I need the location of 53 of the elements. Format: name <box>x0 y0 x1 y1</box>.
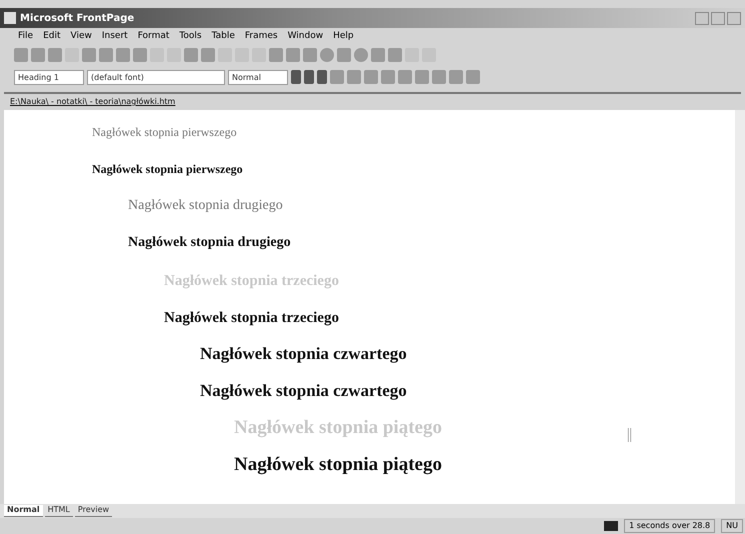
menu-item[interactable]: File <box>18 31 34 41</box>
toolbar-icon[interactable] <box>201 48 215 62</box>
toolbar-icon[interactable] <box>286 48 300 62</box>
toolbar-icon[interactable] <box>116 48 130 62</box>
menu-item[interactable]: Insert <box>102 31 128 41</box>
window-title: Microsoft FrontPage <box>20 12 134 24</box>
heading-text: Nagłówek stopnia trzeciego <box>164 308 339 326</box>
toolbar-icon[interactable] <box>14 48 28 62</box>
view-tab[interactable]: Preview <box>74 505 112 517</box>
toolbar-icon[interactable] <box>388 48 402 62</box>
heading-text: Nagłówek stopnia pierwszego <box>92 162 243 177</box>
maximize-button[interactable] <box>711 12 725 24</box>
view-tab[interactable]: HTML <box>44 505 73 517</box>
num-lock-indicator: NU <box>721 519 743 533</box>
toolbar-icon[interactable] <box>184 48 198 62</box>
download-time: 1 seconds over 28.8 <box>624 519 716 533</box>
toolbar-icon[interactable] <box>31 48 45 62</box>
size-dropdown[interactable]: Normal <box>228 70 288 84</box>
style-dropdown[interactable]: Heading 1 <box>14 70 84 84</box>
toolbar-icon[interactable] <box>269 48 283 62</box>
toolbar-icon[interactable] <box>337 48 351 62</box>
toolbar-icon[interactable] <box>354 48 368 62</box>
status-icon <box>604 521 618 531</box>
heading-text: Nagłówek stopnia pierwszego <box>92 125 237 140</box>
heading-text: Nagłówek stopnia drugiego <box>128 198 283 215</box>
menu-item[interactable]: Tools <box>179 31 202 41</box>
format-icon[interactable] <box>317 70 327 84</box>
menu-item[interactable]: View <box>70 31 92 41</box>
heading-text: Nagłówek stopnia czwartego <box>200 381 407 402</box>
file-path: E:\Nauka\ - notatki\ - teoria\nagłówki.htm <box>10 96 176 107</box>
heading-text: Nagłówek stopnia piątego <box>234 454 442 477</box>
close-button[interactable] <box>727 12 741 24</box>
toolbar-icon[interactable] <box>320 48 334 62</box>
toolbar-icon[interactable] <box>99 48 113 62</box>
format-icon[interactable] <box>304 70 314 84</box>
heading-text: Nagłówek stopnia drugiego <box>128 235 291 252</box>
menu-item[interactable]: Table <box>212 31 235 41</box>
toolbar-icon[interactable] <box>371 48 385 62</box>
toolbar-icon[interactable] <box>303 48 317 62</box>
menu-item[interactable]: Frames <box>244 31 278 41</box>
toolbar-icon[interactable] <box>133 48 147 62</box>
menu-item[interactable]: Edit <box>43 31 60 41</box>
minimize-button[interactable] <box>695 12 709 24</box>
menu-item[interactable]: Help <box>333 31 354 41</box>
font-dropdown[interactable]: (default font) <box>87 70 225 84</box>
toolbar-icon[interactable] <box>82 48 96 62</box>
menu-item[interactable]: Format <box>138 31 170 41</box>
menu-item[interactable]: Window <box>288 31 324 41</box>
app-icon <box>4 12 16 24</box>
toolbar-icon[interactable] <box>48 48 62 62</box>
view-tab[interactable]: Normal <box>4 505 43 517</box>
heading-text: Nagłówek stopnia czwartego <box>200 344 407 365</box>
format-icon[interactable] <box>291 70 301 84</box>
